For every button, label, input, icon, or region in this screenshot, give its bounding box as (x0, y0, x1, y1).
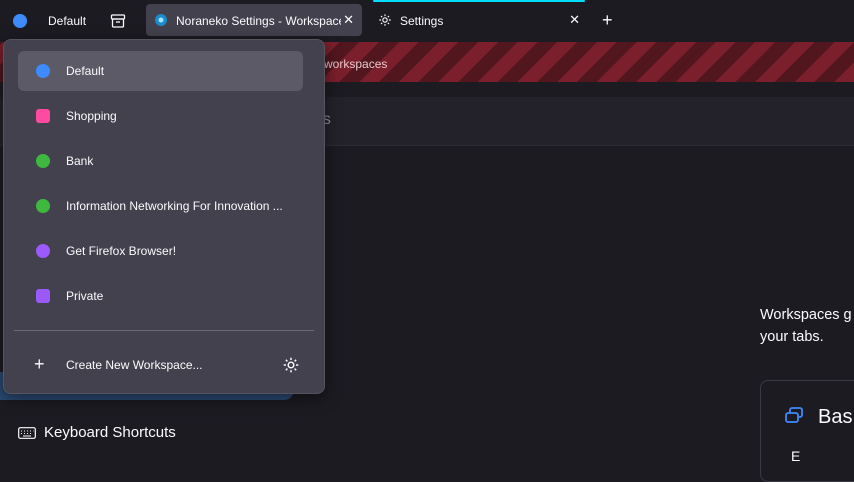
gear-icon[interactable] (282, 356, 300, 374)
workspaces-icon (785, 407, 803, 423)
create-workspace-label: Create New Workspace... (66, 358, 203, 372)
fingerprint-icon (36, 64, 50, 78)
workspace-item-label: Bank (66, 154, 94, 168)
workspace-item-label: Get Firefox Browser! (66, 244, 177, 258)
tab-title: Settings (400, 14, 444, 28)
card-subtitle: E (791, 448, 801, 464)
workspace-item-bank[interactable]: Bank (18, 141, 303, 181)
workspace-item-label: Default (66, 64, 105, 78)
tab-strip: Default Noraneko Settings - Workspace ✕ … (0, 0, 854, 42)
workspace-item-private[interactable]: Private (18, 276, 303, 316)
chat-icon (36, 244, 50, 258)
workspace-button[interactable]: Default (6, 7, 94, 35)
workspace-item-information-networking[interactable]: Information Networking For Innovation ..… (18, 186, 303, 226)
keyboard-icon (18, 426, 36, 439)
tab-title: Noraneko Settings - Workspace (176, 14, 341, 28)
new-tab-button[interactable]: + (602, 10, 613, 30)
popup-divider (14, 330, 314, 331)
active-tab-indicator (373, 0, 585, 2)
close-icon[interactable]: ✕ (343, 12, 354, 28)
card-title: Bas (818, 406, 853, 428)
workspace-item-label: Shopping (66, 109, 117, 123)
workspace-item-get-firefox[interactable]: Get Firefox Browser! (18, 231, 303, 271)
workspaces-description: Workspaces g your tabs. (760, 307, 852, 345)
gear-icon (379, 14, 391, 26)
sidebar-item-keyboard-shortcuts[interactable]: Keyboard Shortcuts (18, 424, 176, 441)
workspaces-popup: Default Shopping Bank Information Networ… (3, 39, 325, 394)
close-icon[interactable]: ✕ (569, 12, 580, 28)
plus-icon: + (34, 354, 45, 374)
url-text: 3/workspaces (314, 57, 388, 71)
workspace-item-shopping[interactable]: Shopping (18, 96, 303, 136)
noraneko-icon (155, 14, 167, 26)
workspace-button-label: Default (48, 14, 87, 28)
archive-button[interactable] (101, 5, 135, 37)
create-workspace-button[interactable]: + Create New Workspace... (18, 345, 308, 385)
dollar-icon (36, 154, 50, 168)
tab-noraneko-settings[interactable]: Noraneko Settings - Workspace ✕ (146, 4, 362, 36)
keyboard-shortcuts-label: Keyboard Shortcuts (44, 424, 176, 441)
person-icon (36, 199, 50, 213)
tab-settings[interactable]: Settings ✕ (370, 0, 588, 36)
workspace-item-default[interactable]: Default (18, 51, 303, 91)
workspace-item-label: Private (66, 289, 104, 303)
archive-icon (110, 14, 126, 28)
mask-icon (36, 289, 50, 303)
cart-icon (36, 109, 50, 123)
workspace-icon (13, 14, 27, 28)
basic-settings-card: Bas E (760, 380, 854, 482)
workspace-item-label: Information Networking For Innovation ..… (66, 199, 283, 213)
